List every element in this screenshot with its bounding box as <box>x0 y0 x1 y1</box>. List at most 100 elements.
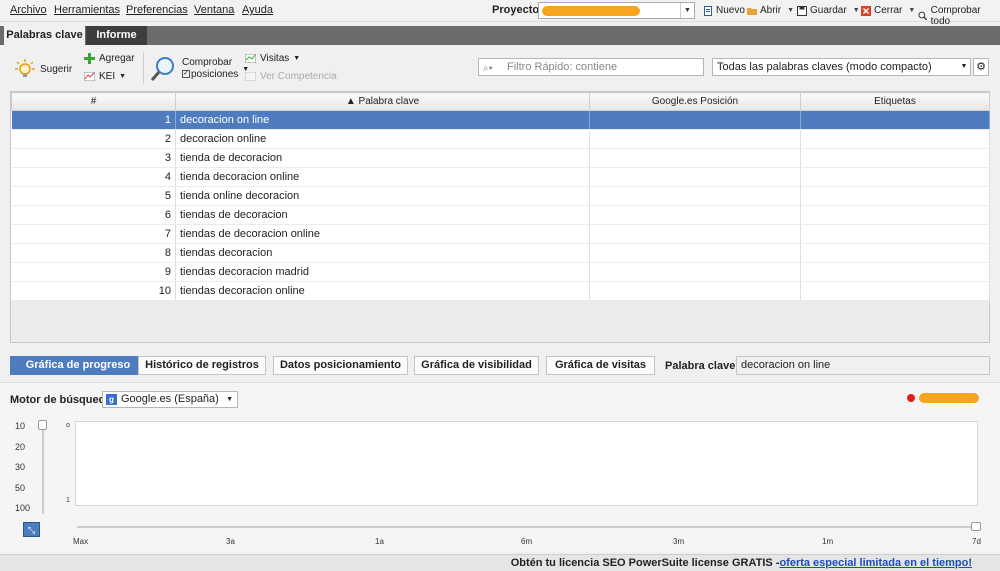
gear-icon: ⚙ <box>976 61 986 73</box>
tab-grafica-visibilidad[interactable]: Gráfica de visibilidad <box>414 356 539 375</box>
check-all-button[interactable]: Comprobar todo <box>918 5 1000 27</box>
check-all-label: Comprobar todo <box>930 5 981 27</box>
table-row[interactable]: 9 tiendas decoracion madrid <box>11 262 990 282</box>
kei-button[interactable]: KEI ▼ <box>84 71 126 82</box>
tab-palabras-clave[interactable]: Palabras clave <box>4 26 85 45</box>
progress-chart-plot-area <box>75 421 978 506</box>
menu-ayuda[interactable]: Ayuda <box>242 4 273 16</box>
tab-datos-posicionamiento[interactable]: Datos posicionamiento <box>273 356 408 375</box>
magnifier-icon <box>150 57 174 81</box>
new-button[interactable]: Nuevo <box>703 5 745 16</box>
table-row[interactable]: 5 tienda online decoracion <box>11 186 990 206</box>
kei-label: KEI <box>99 71 116 82</box>
check-positions-label-2: posiciones <box>191 69 239 80</box>
save-icon <box>797 5 807 16</box>
row-number: 8 <box>11 243 176 263</box>
menu-herramientas[interactable]: Herramientas <box>54 4 120 16</box>
y-range-slider-handle[interactable] <box>38 420 47 430</box>
open-button[interactable]: Abrir ▼ <box>747 5 794 16</box>
row-tags <box>800 186 990 206</box>
promo-message: Obtén tu licencia SEO PowerSuite license… <box>511 557 972 569</box>
visits-button[interactable]: Visitas ▼ <box>245 53 300 64</box>
chevron-down-icon: ▼ <box>680 3 694 18</box>
column-header-tags[interactable]: Etiquetas <box>800 92 990 111</box>
suggest-button[interactable]: Sugerir <box>14 58 72 80</box>
x-tick[interactable]: 7d <box>972 537 981 546</box>
column-header-keyword[interactable]: ▲ Palabra clave <box>175 92 590 111</box>
time-range-slider-track[interactable] <box>77 526 978 528</box>
settings-button[interactable]: ⚙ <box>973 58 989 76</box>
x-tick[interactable]: 3m <box>673 537 684 546</box>
row-number: 3 <box>11 148 176 168</box>
tab-historico-registros[interactable]: Histórico de registros <box>138 356 266 375</box>
check-positions-button[interactable]: Comprobar ✓ posiciones ▼ <box>150 55 249 83</box>
x-tick[interactable]: 3a <box>226 537 235 546</box>
check-positions-label-1: Comprobar <box>182 57 233 68</box>
legend-marker <box>907 394 915 402</box>
tab-grafica-progreso[interactable]: Gráfica de progreso <box>10 356 146 375</box>
row-google-position <box>589 205 801 225</box>
row-google-position <box>589 148 801 168</box>
promo-link[interactable]: oferta especial limitada en el tiempo! <box>779 557 972 569</box>
row-google-position <box>589 224 801 244</box>
table-row[interactable]: 3 tienda de decoracion <box>11 148 990 168</box>
search-engine-label: Motor de búsqueda: <box>10 394 116 406</box>
x-tick[interactable]: 1m <box>822 537 833 546</box>
search-engine-select[interactable]: g Google.es (España) ▼ <box>102 391 238 408</box>
y-range-slider-track[interactable] <box>42 424 44 514</box>
close-button[interactable]: Cerrar ▼ <box>861 5 915 16</box>
tab-informe[interactable]: Informe <box>86 26 147 45</box>
add-button[interactable]: Agregar <box>84 53 135 64</box>
row-keyword: tiendas decoracion madrid <box>175 262 590 282</box>
project-label: Proyecto: <box>492 4 543 16</box>
document-icon <box>704 5 712 16</box>
chevron-down-icon: ▼ <box>226 396 233 403</box>
y-tick: 10 <box>15 421 26 431</box>
checkbox-icon[interactable]: ✓ <box>182 70 190 79</box>
keyword-value: decoracion on line <box>736 356 990 375</box>
save-button[interactable]: Guardar ▼ <box>797 5 860 16</box>
table-row[interactable]: 6 tiendas de decoracion <box>11 205 990 225</box>
row-number: 4 <box>11 167 176 187</box>
x-tick[interactable]: Max <box>73 537 88 546</box>
row-keyword: decoracion online <box>175 129 590 149</box>
menu-ventana[interactable]: Ventana <box>194 4 234 16</box>
row-tags <box>800 224 990 244</box>
menu-archivo[interactable]: Archivo <box>10 4 47 16</box>
menu-preferencias[interactable]: Preferencias <box>126 4 188 16</box>
view-mode-select[interactable]: Todas las palabras claves (modo compacto… <box>712 58 971 76</box>
table-row[interactable]: 10 tiendas decoracion online <box>11 281 990 301</box>
see-competition-button[interactable]: Ver Competencia <box>245 71 337 82</box>
row-keyword: tienda decoracion online <box>175 167 590 187</box>
table-row[interactable]: 8 tiendas decoracion <box>11 243 990 263</box>
table-row[interactable]: 2 decoracion online <box>11 129 990 149</box>
check-positions-text: Comprobar ✓ posiciones <box>182 57 238 81</box>
menu-bar: Archivo Herramientas Preferencias Ventan… <box>0 0 1000 27</box>
project-select[interactable]: ▼ <box>538 2 695 19</box>
search-engine-value: Google.es (España) <box>121 393 219 405</box>
table-row[interactable]: 7 tiendas de decoracion online <box>11 224 990 244</box>
toolbar-divider <box>143 52 144 84</box>
row-keyword: decoracion on line <box>175 110 590 130</box>
row-tags <box>800 167 990 187</box>
chevron-down-icon: ▼ <box>119 73 127 80</box>
x-tick[interactable]: 6m <box>521 537 532 546</box>
quick-filter-input[interactable]: ⌕▾ Filtro Rápido: contiene <box>478 58 704 76</box>
add-label: Agregar <box>99 53 135 64</box>
row-tags <box>800 129 990 149</box>
row-google-position <box>589 262 801 282</box>
fit-zoom-button[interactable]: ⤡ <box>23 522 40 537</box>
table-row[interactable]: 1 decoracion on line <box>11 110 990 130</box>
column-header-google-position[interactable]: Google.es Posición <box>589 92 801 111</box>
search-icon: ⌕▾ <box>483 63 493 74</box>
time-range-slider-handle[interactable] <box>971 522 981 531</box>
y-tick: 50 <box>15 483 26 493</box>
x-tick[interactable]: 1a <box>375 537 384 546</box>
column-header-number[interactable]: # <box>11 92 176 111</box>
table-row[interactable]: 4 tienda decoracion online <box>11 167 990 187</box>
y-tick: 20 <box>15 442 26 452</box>
promo-text: Obtén tu licencia SEO PowerSuite license… <box>510 557 780 569</box>
lightbulb-icon <box>15 59 35 77</box>
tab-grafica-visitas[interactable]: Gráfica de visitas <box>546 356 655 375</box>
row-google-position <box>589 110 801 130</box>
